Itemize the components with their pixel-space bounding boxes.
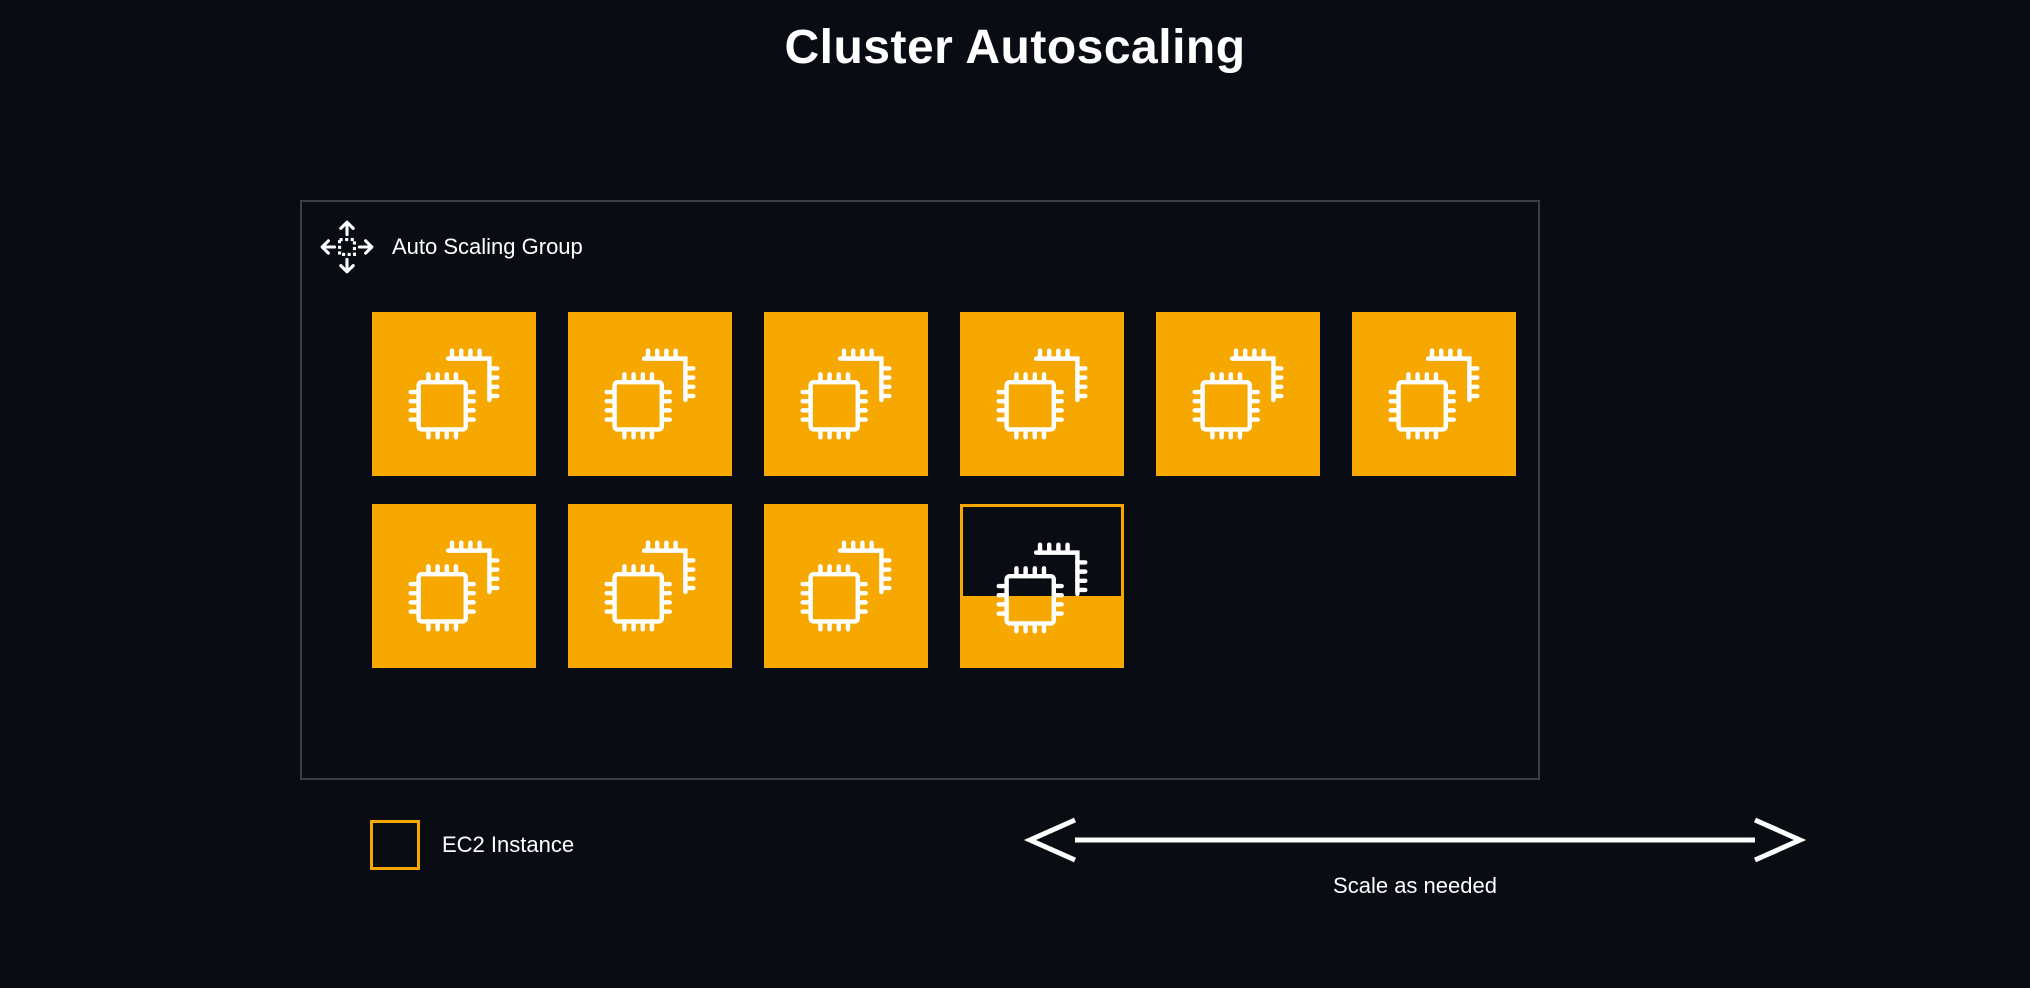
double-arrow-icon xyxy=(1020,815,1810,865)
ec2-instance xyxy=(372,312,536,476)
instance-row-1 xyxy=(372,312,1516,476)
instance-row-2 xyxy=(372,504,1516,668)
ec2-instance xyxy=(1352,312,1516,476)
ec2-instance xyxy=(764,504,928,668)
ec2-instance xyxy=(764,312,928,476)
asg-label: Auto Scaling Group xyxy=(392,234,583,260)
ec2-instance xyxy=(960,312,1124,476)
auto-scaling-group-box: Auto Scaling Group xyxy=(300,200,1540,780)
ec2-chip-icon xyxy=(395,527,513,645)
ec2-chip-icon xyxy=(787,527,905,645)
ec2-instance xyxy=(568,504,732,668)
ec2-instance xyxy=(1156,312,1320,476)
ec2-chip-icon xyxy=(983,335,1101,453)
ec2-chip-icon xyxy=(395,335,513,453)
legend-swatch-ec2 xyxy=(370,820,420,870)
ec2-instance xyxy=(568,312,732,476)
ec2-chip-icon xyxy=(591,527,709,645)
auto-scaling-group-icon xyxy=(316,216,378,278)
ec2-chip-icon xyxy=(983,529,1101,647)
scale-caption: Scale as needed xyxy=(1333,873,1497,899)
legend-label-ec2: EC2 Instance xyxy=(442,832,574,858)
ec2-chip-icon xyxy=(787,335,905,453)
scale-arrow-group: Scale as needed xyxy=(1020,815,1810,899)
ec2-instance xyxy=(372,504,536,668)
legend: EC2 Instance xyxy=(370,820,574,870)
ec2-chip-icon xyxy=(1375,335,1493,453)
ec2-chip-icon xyxy=(591,335,709,453)
page-title: Cluster Autoscaling xyxy=(0,20,2030,75)
instance-grid xyxy=(372,312,1516,668)
asg-header: Auto Scaling Group xyxy=(316,216,583,278)
ec2-chip-icon xyxy=(1179,335,1297,453)
ec2-instance xyxy=(960,504,1124,668)
